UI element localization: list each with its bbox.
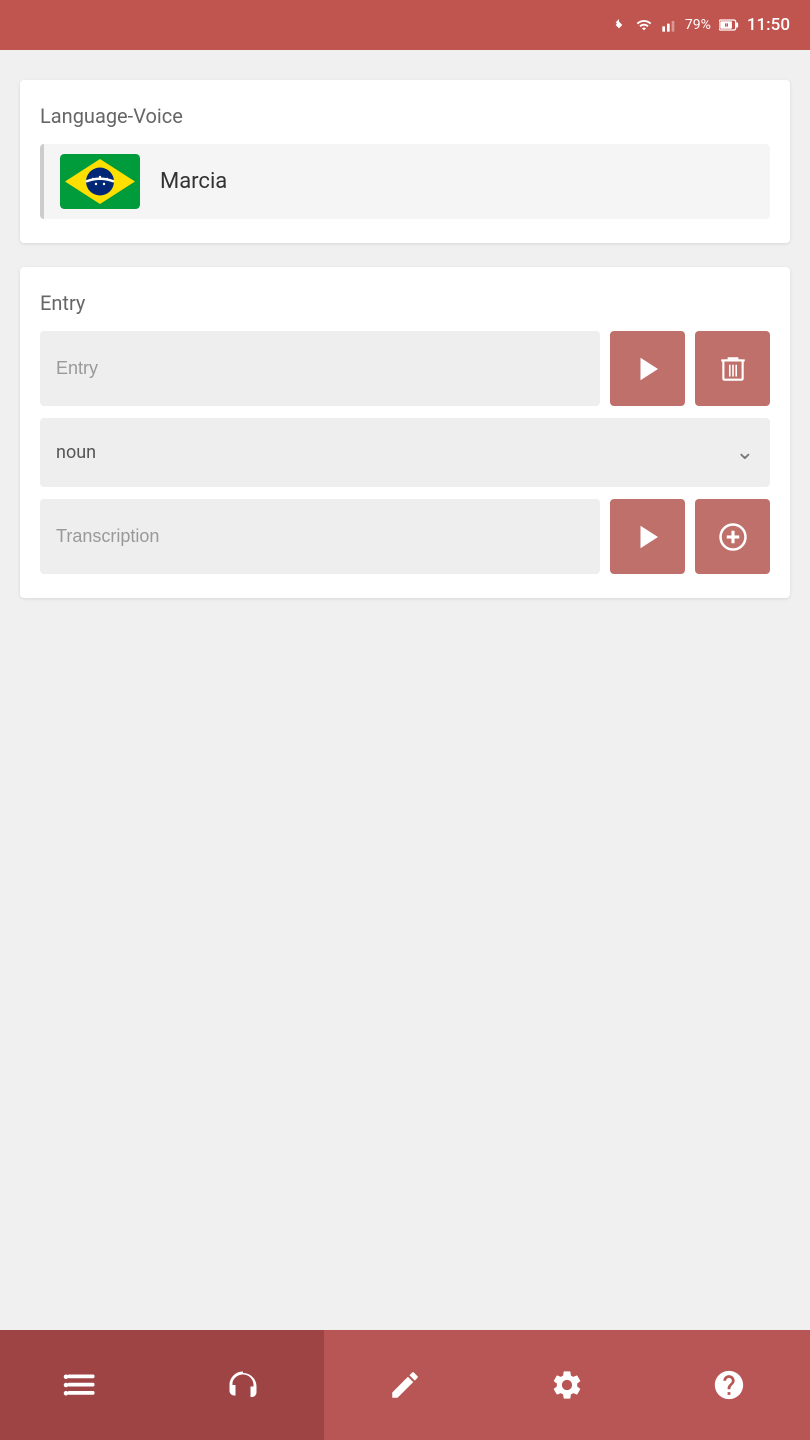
battery-icon <box>719 18 739 32</box>
transcription-row <box>40 499 770 574</box>
play-entry-button[interactable] <box>610 331 685 406</box>
main-content: Language-Voice <box>0 50 810 1330</box>
bottom-navigation <box>0 1330 810 1440</box>
language-voice-title: Language-Voice <box>40 104 770 128</box>
part-of-speech-value: noun <box>56 442 96 463</box>
signal-icon <box>661 17 677 33</box>
transcription-input[interactable] <box>40 499 600 574</box>
headphones-icon <box>225 1367 261 1403</box>
status-bar: 79% 11:50 <box>0 0 810 50</box>
nav-settings-button[interactable] <box>486 1330 648 1440</box>
part-of-speech-dropdown[interactable]: noun ⌄ <box>40 418 770 487</box>
language-voice-card: Language-Voice <box>20 80 790 243</box>
entry-input[interactable] <box>40 331 600 406</box>
settings-icon <box>550 1368 584 1402</box>
entry-section: Entry noun <box>20 267 790 598</box>
play-icon <box>633 354 663 384</box>
entry-input-row <box>40 331 770 406</box>
delete-entry-button[interactable] <box>695 331 770 406</box>
flag-container <box>60 154 140 209</box>
play-transcription-icon <box>633 522 663 552</box>
language-row[interactable]: Marcia <box>40 144 770 219</box>
entry-section-title: Entry <box>40 291 770 315</box>
add-icon <box>718 522 748 552</box>
status-icons: 79% 11:50 <box>611 15 790 35</box>
nav-edit-button[interactable] <box>324 1330 486 1440</box>
help-icon <box>712 1368 746 1402</box>
nav-list-button[interactable] <box>0 1330 162 1440</box>
bluetooth-icon <box>611 15 627 35</box>
nav-help-button[interactable] <box>648 1330 810 1440</box>
part-of-speech-row: noun ⌄ <box>40 418 770 487</box>
status-time: 11:50 <box>747 15 790 35</box>
edit-icon <box>388 1368 422 1402</box>
play-transcription-button[interactable] <box>610 499 685 574</box>
trash-icon <box>719 354 747 384</box>
battery-indicator: 79% <box>685 17 711 33</box>
add-transcription-button[interactable] <box>695 499 770 574</box>
brazil-flag-icon <box>60 154 140 209</box>
list-icon <box>63 1367 99 1403</box>
wifi-icon <box>635 17 653 33</box>
voice-name: Marcia <box>160 169 227 194</box>
chevron-down-icon: ⌄ <box>736 440 754 465</box>
nav-headphones-button[interactable] <box>162 1330 324 1440</box>
